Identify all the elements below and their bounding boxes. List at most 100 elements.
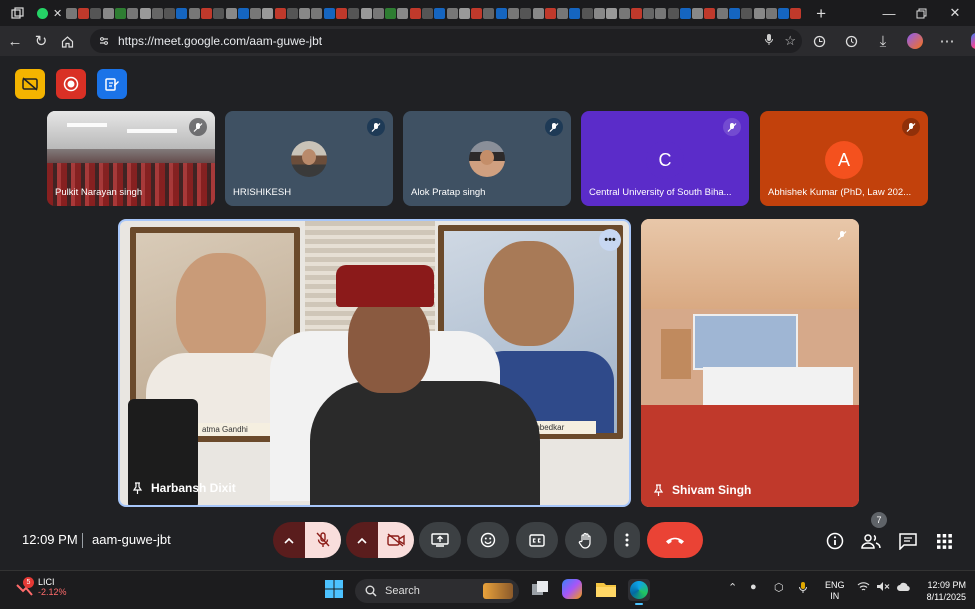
tab-favicon-icon[interactable]	[299, 7, 311, 19]
tab-favicon-icon[interactable]	[790, 7, 802, 19]
tab-favicon-icon[interactable]	[581, 7, 593, 19]
site-info-icon[interactable]	[98, 35, 110, 47]
tray-overflow-icon[interactable]: ⌃	[728, 581, 737, 594]
tab-favicon-icon[interactable]	[679, 7, 691, 19]
tab-favicon-icon[interactable]	[643, 7, 655, 19]
tab-favicon-icon[interactable]	[458, 7, 470, 19]
volume-muted-icon[interactable]	[876, 581, 890, 595]
tab-favicon-icon[interactable]	[90, 7, 102, 19]
tab-favicon-icon[interactable]	[667, 7, 679, 19]
tab-favicon-icon[interactable]	[778, 7, 790, 19]
tab-favicon-icon[interactable]	[409, 7, 421, 19]
tab-favicon-icon[interactable]	[151, 7, 163, 19]
participant-tile-large[interactable]: Shivam Singh	[641, 219, 859, 507]
tab-favicon-icon[interactable]	[606, 7, 618, 19]
stock-widget[interactable]: 5	[15, 577, 34, 599]
tab-favicon-icon[interactable]	[360, 7, 372, 19]
start-button[interactable]	[324, 579, 346, 601]
bookmark-star-icon[interactable]: ☆	[784, 33, 796, 49]
tab-favicon-icon[interactable]	[323, 7, 335, 19]
system-clock[interactable]: 12:09 PM 8/11/2025	[916, 579, 966, 603]
minimize-icon[interactable]: —	[874, 0, 904, 26]
tab-favicon-icon[interactable]	[348, 7, 360, 19]
history-icon[interactable]	[838, 28, 864, 54]
more-options-button[interactable]	[614, 522, 640, 558]
tab-favicon-icon[interactable]	[213, 7, 225, 19]
tray-app-icon[interactable]: ●	[750, 581, 757, 593]
tab-favicon-icon[interactable]	[471, 7, 483, 19]
tray-security-icon[interactable]: ⬡	[774, 581, 784, 594]
tab-actions-icon[interactable]	[0, 0, 34, 26]
tab-favicon-icon[interactable]	[655, 7, 667, 19]
recording-button[interactable]	[56, 69, 86, 99]
new-tab-icon[interactable]: +	[816, 5, 826, 22]
meeting-details-button[interactable]	[824, 530, 846, 552]
wifi-icon[interactable]	[857, 581, 870, 595]
audio-options-button[interactable]	[273, 522, 305, 558]
tab-favicon-icon[interactable]	[114, 7, 126, 19]
address-bar[interactable]: https://meet.google.com/aam-guwe-jbt ☆	[90, 29, 802, 53]
input-language[interactable]: ENG IN	[825, 580, 845, 602]
mic-permission-icon[interactable]	[764, 33, 774, 49]
tab-favicon-icon[interactable]	[65, 7, 77, 19]
profile-icon[interactable]	[902, 28, 928, 54]
edge-browser-icon[interactable]	[628, 579, 650, 605]
tab-favicon-icon[interactable]	[422, 7, 434, 19]
tab-favicon-icon[interactable]	[532, 7, 544, 19]
participant-tile[interactable]: C Central University of South Biha...	[581, 111, 749, 206]
tab-favicon-icon[interactable]	[262, 7, 274, 19]
tab-favicon-icon[interactable]	[753, 7, 765, 19]
extensions-icon[interactable]	[806, 28, 832, 54]
tab-favicon-icon[interactable]	[188, 7, 200, 19]
tab-favicon-icon[interactable]	[483, 7, 495, 19]
tab-favicon-icon[interactable]	[765, 7, 777, 19]
tile-options-icon[interactable]: •••	[599, 229, 621, 251]
speaker-tile[interactable]: atma Gandhi R. Ambedkar ••• Harbansh Dix…	[118, 219, 631, 507]
tab-favicon-icon[interactable]	[176, 7, 188, 19]
copilot-app-icon[interactable]	[562, 579, 584, 601]
tab-whatsapp-icon[interactable]	[36, 7, 48, 19]
weather-icon[interactable]	[896, 581, 910, 595]
tab-favicon-icon[interactable]	[446, 7, 458, 19]
participant-tile[interactable]: Pulkit Narayan singh	[47, 111, 215, 206]
raise-hand-button[interactable]	[565, 522, 607, 558]
camera-toggle-button[interactable]	[378, 522, 414, 558]
home-icon[interactable]	[54, 28, 80, 54]
tab-favicon-icon[interactable]	[225, 7, 237, 19]
download-icon[interactable]: ⤓	[870, 28, 896, 54]
tab-favicon-icon[interactable]	[704, 7, 716, 19]
participant-tile[interactable]: HRISHIKESH	[225, 111, 393, 206]
participant-tile[interactable]: A Abhishek Kumar (PhD, Law 202...	[760, 111, 928, 206]
taskbar-search[interactable]: Search	[355, 579, 519, 603]
mic-toggle-button[interactable]	[305, 522, 341, 558]
restore-icon[interactable]	[906, 0, 936, 26]
tab-favicon-icon[interactable]	[716, 7, 728, 19]
tab-favicon-icon[interactable]	[102, 7, 114, 19]
tab-favicon-icon[interactable]	[397, 7, 409, 19]
notes-button[interactable]	[97, 69, 127, 99]
captions-button[interactable]	[516, 522, 558, 558]
tab-favicon-icon[interactable]	[274, 7, 286, 19]
tab-favicon-icon[interactable]	[544, 7, 556, 19]
tab-favicon-icon[interactable]	[434, 7, 446, 19]
tab-close-icon[interactable]: ✕	[53, 7, 62, 20]
tab-favicon-icon[interactable]	[250, 7, 262, 19]
host-controls-button[interactable]	[15, 69, 45, 99]
tab-favicon-icon[interactable]	[741, 7, 753, 19]
tab-favicon-icon[interactable]	[286, 7, 298, 19]
tab-favicon-icon[interactable]	[78, 7, 90, 19]
task-view-icon[interactable]	[530, 579, 552, 601]
tab-favicon-icon[interactable]	[385, 7, 397, 19]
tab-favicon-icon[interactable]	[200, 7, 212, 19]
tab-favicon-icon[interactable]	[520, 7, 532, 19]
tab-favicon-icon[interactable]	[237, 7, 249, 19]
tab-favicon-icon[interactable]	[729, 7, 741, 19]
tab-favicon-icon[interactable]	[127, 7, 139, 19]
tab-favicon-icon[interactable]	[139, 7, 151, 19]
participant-tile[interactable]: Alok Pratap singh	[403, 111, 571, 206]
tab-favicon-icon[interactable]	[569, 7, 581, 19]
more-menu-icon[interactable]: ⋯	[934, 28, 960, 54]
activities-button[interactable]	[933, 530, 955, 552]
tab-favicon-icon[interactable]	[164, 7, 176, 19]
tab-favicon-icon[interactable]	[495, 7, 507, 19]
